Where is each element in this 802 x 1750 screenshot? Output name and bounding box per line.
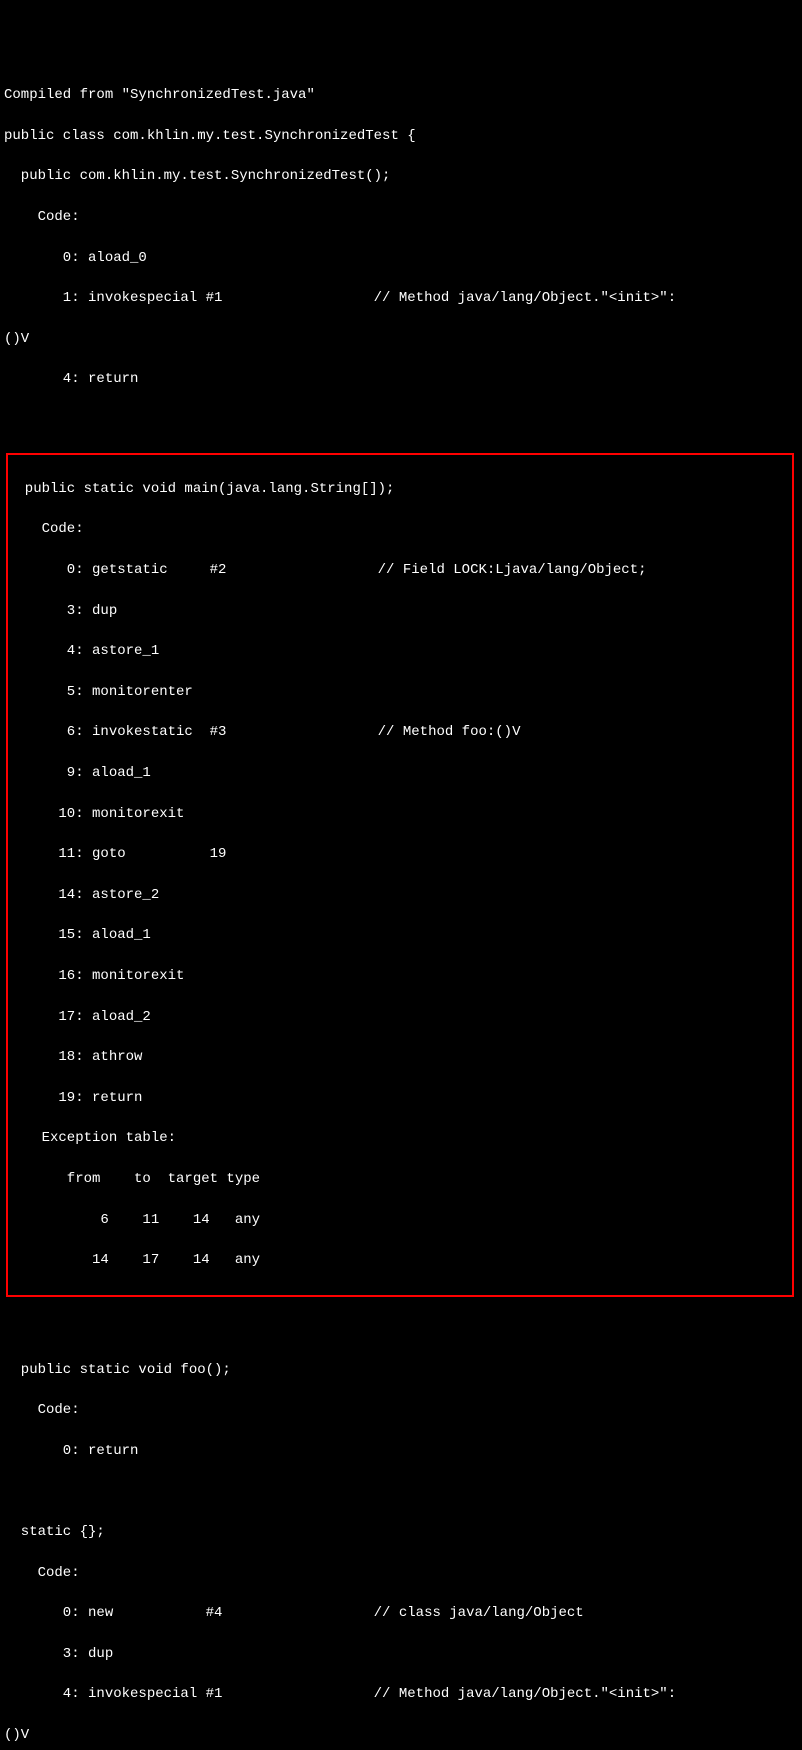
bytecode-line: 4: astore_1 [8, 641, 792, 661]
exception-table-row: 6 11 14 any [8, 1210, 792, 1230]
bytecode-line: 10: monitorexit [8, 804, 792, 824]
class-declaration: public class com.khlin.my.test.Synchroni… [4, 126, 798, 146]
blank-line [4, 1319, 798, 1339]
bytecode-line: ()V [4, 329, 798, 349]
exception-table-label: Exception table: [8, 1128, 792, 1148]
bytecode-line: 1: invokespecial #1 // Method java/lang/… [4, 288, 798, 308]
bytecode-line: 0: new #4 // class java/lang/Object [4, 1603, 798, 1623]
bytecode-line: 15: aload_1 [8, 925, 792, 945]
code-label: Code: [4, 1563, 798, 1583]
bytecode-line: 19: return [8, 1088, 792, 1108]
bytecode-line: ()V [4, 1725, 798, 1745]
bytecode-line: 5: monitorenter [8, 682, 792, 702]
blank-line [4, 410, 798, 430]
code-label: Code: [4, 207, 798, 227]
exception-table-header: from to target type [8, 1169, 792, 1189]
bytecode-line: 0: return [4, 1441, 798, 1461]
bytecode-line: 4: invokespecial #1 // Method java/lang/… [4, 1684, 798, 1704]
static-init-declaration: static {}; [4, 1522, 798, 1542]
main-declaration: public static void main(java.lang.String… [8, 479, 792, 499]
bytecode-line: 0: aload_0 [4, 248, 798, 268]
bytecode-line: 0: getstatic #2 // Field LOCK:Ljava/lang… [8, 560, 792, 580]
code-label: Code: [8, 519, 792, 539]
bytecode-line: 4: return [4, 369, 798, 389]
bytecode-line: 9: aload_1 [8, 763, 792, 783]
bytecode-line: 16: monitorexit [8, 966, 792, 986]
compiled-from-text: Compiled from "SynchronizedTest.java" [4, 85, 798, 105]
code-label: Code: [4, 1400, 798, 1420]
exception-table-row: 14 17 14 any [8, 1250, 792, 1270]
bytecode-line: 14: astore_2 [8, 885, 792, 905]
constructor-declaration: public com.khlin.my.test.SynchronizedTes… [4, 166, 798, 186]
bytecode-line: 11: goto 19 [8, 844, 792, 864]
bytecode-line: 18: athrow [8, 1047, 792, 1067]
foo-declaration: public static void foo(); [4, 1360, 798, 1380]
bytecode-line: 3: dup [8, 601, 792, 621]
blank-line [4, 1481, 798, 1501]
bytecode-line: 6: invokestatic #3 // Method foo:()V [8, 722, 792, 742]
bytecode-line: 3: dup [4, 1644, 798, 1664]
bytecode-line: 17: aload_2 [8, 1007, 792, 1027]
